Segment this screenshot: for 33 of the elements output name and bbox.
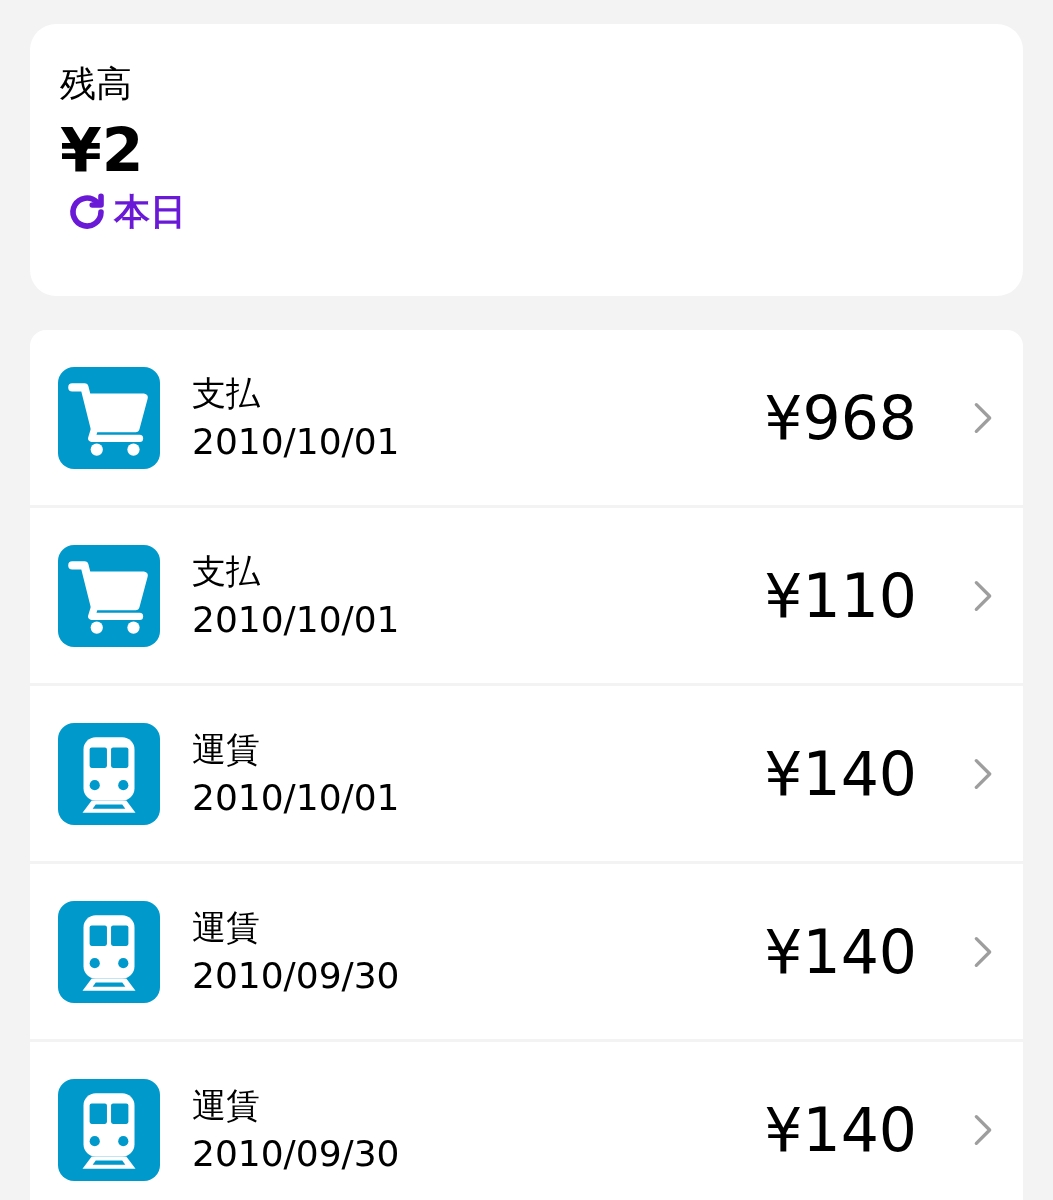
updated-date: 本日 xyxy=(114,190,186,234)
train-icon xyxy=(58,722,160,825)
transaction-amount: ¥968 xyxy=(764,382,917,453)
chevron-right-icon xyxy=(973,400,993,435)
transaction-amount: ¥110 xyxy=(764,560,917,631)
balance-label: 残高 xyxy=(60,62,132,106)
transaction-row[interactable]: 運賃 2010/09/30 ¥140 xyxy=(30,1042,1023,1200)
transaction-type: 運賃 xyxy=(192,905,260,949)
chevron-right-icon xyxy=(973,1112,993,1147)
transaction-type: 運賃 xyxy=(192,1083,260,1127)
balance-amount: ¥2 xyxy=(60,114,144,187)
transaction-date: 2010/09/30 xyxy=(192,1131,400,1176)
shopping-cart-icon xyxy=(58,366,160,469)
transaction-row[interactable]: 運賃 2010/10/01 ¥140 xyxy=(30,686,1023,861)
chevron-right-icon xyxy=(973,934,993,969)
transaction-date: 2010/10/01 xyxy=(192,775,400,820)
transaction-type: 運賃 xyxy=(192,727,260,771)
train-icon xyxy=(58,1078,160,1181)
transaction-row[interactable]: 支払 2010/10/01 ¥110 xyxy=(30,508,1023,683)
transaction-row[interactable]: 運賃 2010/09/30 ¥140 xyxy=(30,864,1023,1039)
transaction-amount: ¥140 xyxy=(764,738,917,809)
transaction-amount: ¥140 xyxy=(764,1094,917,1165)
chevron-right-icon xyxy=(973,578,993,613)
transaction-type: 支払 xyxy=(192,371,260,415)
chevron-right-icon xyxy=(973,756,993,791)
transaction-date: 2010/09/30 xyxy=(192,953,400,998)
transaction-row[interactable]: 支払 2010/10/01 ¥968 xyxy=(30,330,1023,505)
transaction-type: 支払 xyxy=(192,549,260,593)
transaction-amount: ¥140 xyxy=(764,916,917,987)
train-icon xyxy=(58,900,160,1003)
transaction-date: 2010/10/01 xyxy=(192,419,400,464)
transaction-date: 2010/10/01 xyxy=(192,597,400,642)
shopping-cart-icon xyxy=(58,544,160,647)
